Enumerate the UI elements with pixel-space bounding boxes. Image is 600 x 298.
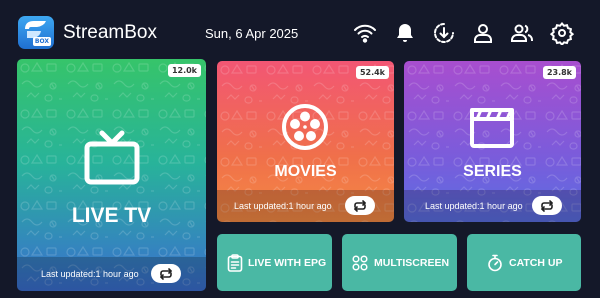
live-tv-footer: Last updated:1 hour ago: [17, 257, 206, 291]
current-date: Sun, 6 Apr 2025: [205, 26, 299, 41]
refresh-icon: [160, 267, 172, 280]
app-logo: BOX: [18, 16, 54, 49]
settings-icon[interactable]: [550, 21, 574, 45]
multiscreen-label: MULTISCREEN: [374, 256, 450, 269]
header-bar: BOX StreamBox Sun, 6 Apr 2025: [0, 0, 600, 64]
tv-icon: [84, 130, 140, 185]
live-tv-label: LIVE TV: [71, 204, 152, 227]
catch-up-button[interactable]: CATCH UP: [467, 234, 581, 291]
live-tv-count-badge: 12.0k: [167, 64, 201, 77]
grid-icon: [352, 254, 368, 271]
bell-icon[interactable]: [393, 21, 417, 45]
user-icon[interactable]: [471, 21, 495, 45]
refresh-icon: [354, 199, 366, 212]
multiscreen-button[interactable]: MULTISCREEN: [342, 234, 457, 291]
series-updated: Last updated:1 hour ago: [425, 201, 523, 211]
clapperboard-icon: [470, 108, 514, 148]
series-footer: Last updated:1 hour ago: [404, 190, 581, 222]
movies-tile[interactable]: 52.4k MOVIES Last updated:1 hour ago: [217, 61, 394, 222]
movies-count-badge: 52.4k: [355, 66, 389, 79]
live-tv-updated: Last updated:1 hour ago: [41, 269, 139, 279]
series-refresh-button[interactable]: [532, 196, 562, 215]
movies-refresh-button[interactable]: [345, 196, 375, 215]
live-with-epg-label: LIVE WITH EPG: [248, 256, 327, 269]
app-title: StreamBox: [63, 22, 157, 43]
stopwatch-icon: [488, 254, 502, 271]
series-label: SERIES: [463, 163, 522, 180]
download-icon[interactable]: [432, 21, 456, 45]
clipboard-icon: [227, 253, 243, 272]
live-tv-tile[interactable]: 12.0k LIVE TV Last updated:1 hour ago: [17, 59, 206, 291]
series-count-badge: 23.8k: [542, 66, 576, 79]
live-with-epg-button[interactable]: LIVE WITH EPG: [217, 234, 332, 291]
movies-updated: Last updated:1 hour ago: [234, 201, 332, 211]
wifi-icon[interactable]: [353, 21, 377, 45]
catch-up-label: CATCH UP: [509, 256, 563, 269]
movies-label: MOVIES: [274, 163, 337, 180]
movies-footer: Last updated:1 hour ago: [217, 190, 394, 222]
users-icon[interactable]: [510, 21, 534, 45]
live-tv-refresh-button[interactable]: [151, 264, 181, 283]
logo-tag: BOX: [32, 37, 51, 46]
film-reel-icon: [282, 104, 328, 150]
refresh-icon: [541, 199, 553, 212]
series-tile[interactable]: 23.8k SERIES Last updated:1 hour ago: [404, 61, 581, 222]
